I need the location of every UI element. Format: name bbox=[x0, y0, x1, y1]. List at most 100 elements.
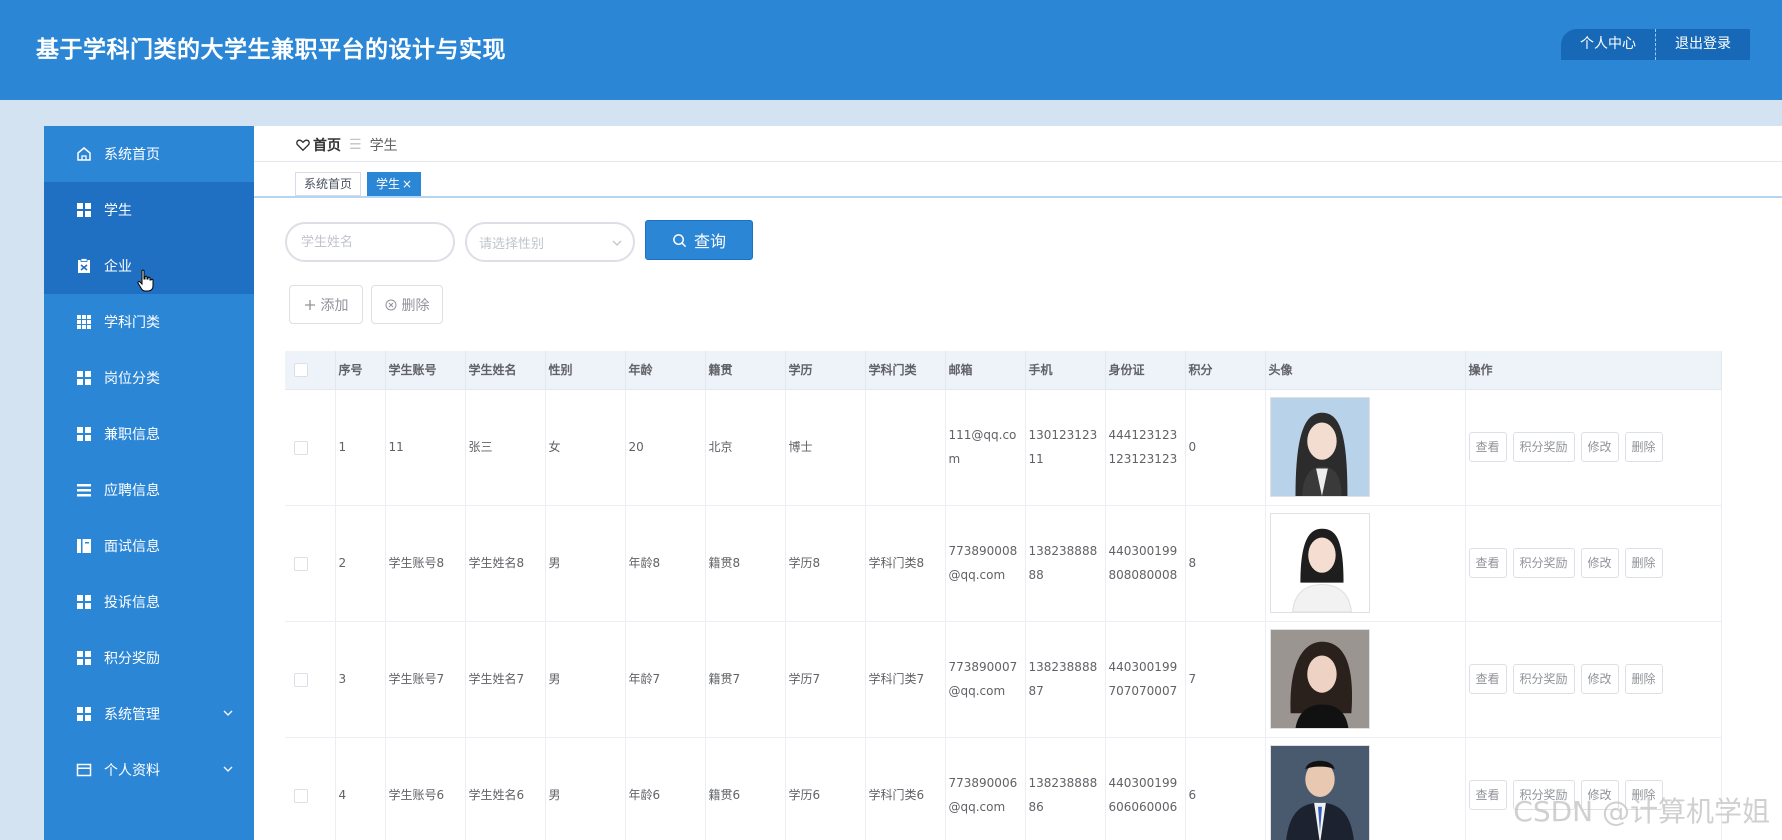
cell-gender: 女 bbox=[545, 389, 626, 506]
cell-idcard: 440300199707070007 bbox=[1105, 621, 1186, 738]
sidebar-item-student[interactable]: 学生 bbox=[44, 182, 254, 238]
cell-avatar bbox=[1265, 389, 1466, 506]
cell-seq: 3 bbox=[335, 621, 386, 738]
cell-avatar bbox=[1265, 737, 1466, 840]
grid-icon bbox=[76, 706, 92, 722]
cell-age: 年龄6 bbox=[625, 737, 706, 840]
sidebar-item-system-management[interactable]: 系统管理 bbox=[44, 686, 254, 742]
row-checkbox[interactable] bbox=[294, 672, 308, 687]
cell-education: 学历7 bbox=[785, 621, 866, 738]
column-header: 操作 bbox=[1465, 351, 1722, 390]
points-reward-button[interactable]: 积分奖励 bbox=[1512, 432, 1575, 462]
delete-row-button[interactable]: 删除 bbox=[1624, 664, 1663, 694]
cell-category bbox=[865, 389, 946, 506]
gender-select[interactable]: 请选择性别 bbox=[465, 222, 635, 262]
row-select-cell[interactable] bbox=[285, 505, 336, 622]
delete-button[interactable]: 删除 bbox=[371, 285, 443, 324]
query-button[interactable]: 查询 bbox=[645, 220, 753, 260]
main-content: 首页 ☰ 学生 系统首页 学生× 请选择性别 查询 添加 删除 序号 学生账号 bbox=[254, 126, 1782, 840]
personal-center-button[interactable]: 个人中心 bbox=[1561, 29, 1656, 60]
cell-points: 7 bbox=[1185, 621, 1266, 738]
cell-phone: 13012312311 bbox=[1025, 389, 1106, 506]
edit-button[interactable]: 修改 bbox=[1580, 432, 1619, 462]
cell-origin: 北京 bbox=[705, 389, 786, 506]
cell-phone: 13823888888 bbox=[1025, 505, 1106, 622]
cell-avatar bbox=[1265, 621, 1466, 738]
view-button[interactable]: 查看 bbox=[1468, 432, 1507, 462]
points-reward-button[interactable]: 积分奖励 bbox=[1512, 664, 1575, 694]
row-select-cell[interactable] bbox=[285, 737, 336, 840]
sidebar-item-label: 积分奖励 bbox=[104, 651, 160, 667]
grid-icon bbox=[76, 370, 92, 386]
row-checkbox[interactable] bbox=[294, 788, 308, 803]
sidebar-item-job-category[interactable]: 岗位分类 bbox=[44, 350, 254, 406]
column-header: 年龄 bbox=[625, 351, 706, 390]
points-reward-button[interactable]: 积分奖励 bbox=[1512, 548, 1575, 578]
sidebar-item-complaint-info[interactable]: 投诉信息 bbox=[44, 574, 254, 630]
book-icon bbox=[76, 538, 92, 554]
sidebar-item-part-time-info[interactable]: 兼职信息 bbox=[44, 406, 254, 462]
tab-home[interactable]: 系统首页 bbox=[295, 172, 362, 196]
column-header: 积分 bbox=[1185, 351, 1266, 390]
edit-button[interactable]: 修改 bbox=[1580, 664, 1619, 694]
heart-icon bbox=[296, 139, 310, 152]
delete-row-button[interactable]: 删除 bbox=[1624, 432, 1663, 462]
student-name-input[interactable] bbox=[285, 222, 455, 262]
cell-origin: 籍贯8 bbox=[705, 505, 786, 622]
cell-origin: 籍贯7 bbox=[705, 621, 786, 738]
add-button[interactable]: 添加 bbox=[289, 285, 363, 324]
view-button[interactable]: 查看 bbox=[1468, 548, 1507, 578]
sidebar-item-application-info[interactable]: 应聘信息 bbox=[44, 462, 254, 518]
sidebar-item-points-reward[interactable]: 积分奖励 bbox=[44, 630, 254, 686]
home-icon bbox=[76, 146, 92, 162]
cell-avatar bbox=[1265, 505, 1466, 622]
tab-student[interactable]: 学生 × bbox=[367, 172, 422, 196]
cell-actions: 查看 积分奖励 修改 删除 bbox=[1465, 389, 1722, 506]
cell-idcard: 440300199808080008 bbox=[1105, 505, 1186, 622]
select-all-cell[interactable] bbox=[285, 351, 336, 390]
sidebar-item-label: 投诉信息 bbox=[104, 595, 160, 611]
sidebar-item-profile[interactable]: 个人资料 bbox=[44, 742, 254, 798]
cell-idcard: 440300199606060006 bbox=[1105, 737, 1186, 840]
cell-name: 学生姓名8 bbox=[465, 505, 546, 622]
row-select-cell[interactable] bbox=[285, 389, 336, 506]
sidebar-item-interview-info[interactable]: 面试信息 bbox=[44, 518, 254, 574]
sidebar-item-home[interactable]: 系统首页 bbox=[44, 126, 254, 182]
cell-age: 年龄7 bbox=[625, 621, 706, 738]
cell-account: 学生账号6 bbox=[385, 737, 466, 840]
cell-email: 773890006@qq.com bbox=[945, 737, 1026, 840]
cell-category: 学科门类6 bbox=[865, 737, 946, 840]
cell-origin: 籍贯6 bbox=[705, 737, 786, 840]
top-bar: 基于学科门类的大学生兼职平台的设计与实现 个人中心 退出登录 bbox=[0, 0, 1782, 100]
table-row: 3 学生账号7 学生姓名7 男 年龄7 籍贯7 学历7 学科门类7 773890… bbox=[285, 621, 1722, 738]
grid-icon bbox=[76, 426, 92, 442]
avatar bbox=[1269, 629, 1370, 729]
sidebar-item-discipline[interactable]: 学科门类 bbox=[44, 294, 254, 350]
cell-email: 111@qq.com bbox=[945, 389, 1026, 506]
edit-button[interactable]: 修改 bbox=[1580, 548, 1619, 578]
sidebar-item-label: 面试信息 bbox=[104, 539, 160, 555]
column-header: 学历 bbox=[785, 351, 866, 390]
column-header: 学科门类 bbox=[865, 351, 946, 390]
sidebar-item-enterprise[interactable]: 企业 bbox=[44, 238, 254, 294]
table-icon bbox=[76, 314, 92, 330]
row-select-cell[interactable] bbox=[285, 621, 336, 738]
row-checkbox[interactable] bbox=[294, 556, 308, 571]
breadcrumb-home[interactable]: 首页 bbox=[296, 135, 341, 155]
cell-name: 学生姓名6 bbox=[465, 737, 546, 840]
table-header-row: 序号 学生账号 学生姓名 性别 年龄 籍贯 学历 学科门类 邮箱 手机 身份证 … bbox=[285, 351, 1722, 390]
view-button[interactable]: 查看 bbox=[1468, 664, 1507, 694]
delete-row-button[interactable]: 删除 bbox=[1624, 548, 1663, 578]
select-all-checkbox[interactable] bbox=[294, 363, 308, 377]
column-header: 籍贯 bbox=[705, 351, 786, 390]
row-checkbox[interactable] bbox=[294, 440, 308, 455]
table-row: 4 学生账号6 学生姓名6 男 年龄6 籍贯6 学历6 学科门类6 773890… bbox=[285, 737, 1722, 840]
view-button[interactable]: 查看 bbox=[1468, 780, 1507, 810]
cell-gender: 男 bbox=[545, 737, 626, 840]
close-icon[interactable]: × bbox=[402, 177, 412, 191]
sidebar-item-label: 学生 bbox=[104, 203, 132, 219]
sidebar-item-label: 学科门类 bbox=[104, 315, 160, 331]
cell-education: 学历8 bbox=[785, 505, 866, 622]
cell-actions: 查看 积分奖励 修改 删除 bbox=[1465, 621, 1722, 738]
logout-button[interactable]: 退出登录 bbox=[1656, 29, 1750, 60]
